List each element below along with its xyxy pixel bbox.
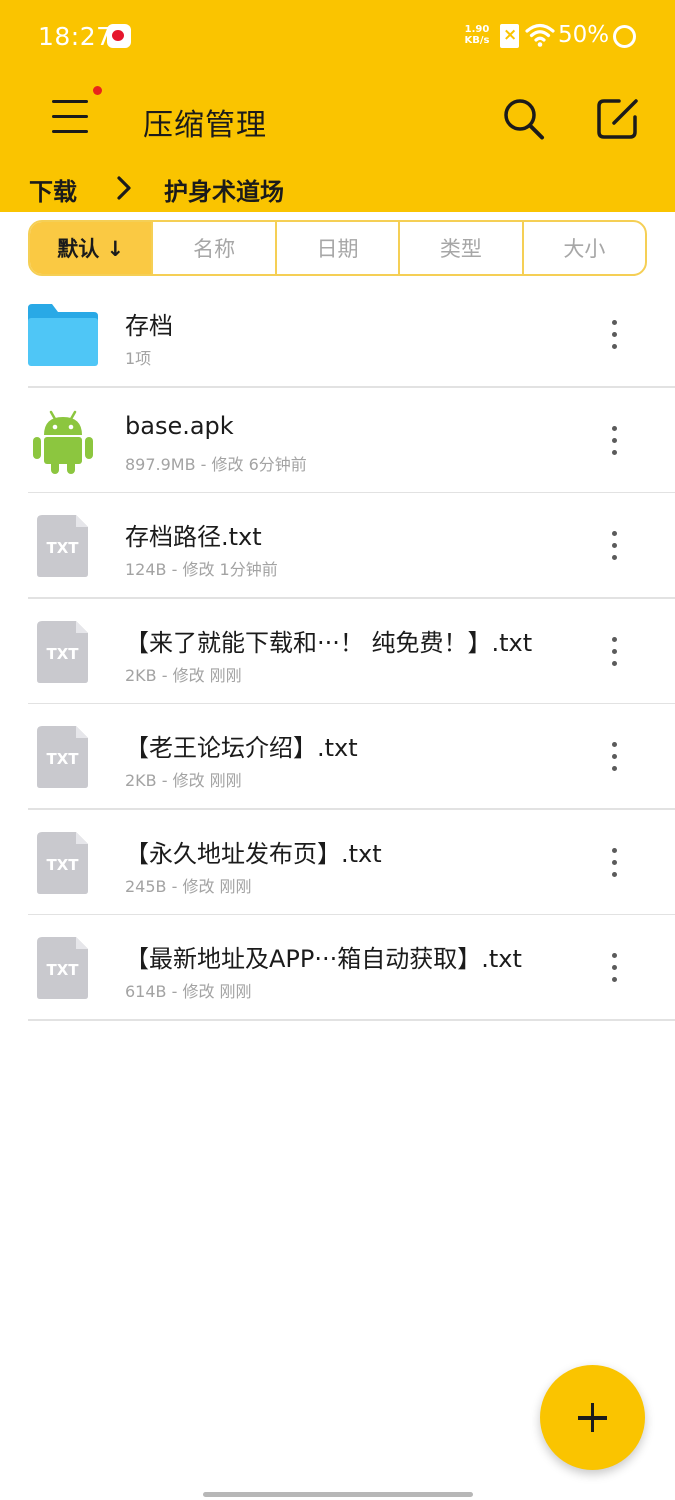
network-speed-unit: KB/s — [464, 35, 490, 46]
more-vertical-icon — [612, 543, 617, 548]
more-vertical-icon — [612, 636, 617, 642]
status-time: 18:27 — [38, 22, 113, 51]
edit-button[interactable] — [592, 94, 644, 144]
list-item[interactable]: TXT 【来了就能下载和···！ 纯免费！】.txt 2KB - 修改 刚刚 — [0, 599, 675, 705]
file-meta: 614B - 修改 刚刚 — [125, 982, 252, 1001]
list-item[interactable]: TXT 存档路径.txt 124B - 修改 1分钟前 — [0, 493, 675, 599]
sort-tab-date[interactable]: 日期 — [274, 222, 398, 274]
sort-tab-type[interactable]: 类型 — [398, 222, 521, 274]
txt-file-icon: TXT — [37, 620, 88, 683]
list-item[interactable]: TXT 【最新地址及APP···箱自动获取】.txt 614B - 修改 刚刚 — [0, 915, 675, 1021]
txt-file-icon: TXT — [37, 831, 88, 894]
more-vertical-icon — [612, 320, 617, 325]
more-vertical-icon — [612, 953, 617, 958]
menu-button[interactable] — [46, 86, 102, 142]
battery-icon — [613, 25, 636, 48]
more-options-button[interactable] — [598, 424, 630, 458]
txt-label: TXT — [46, 750, 79, 768]
sort-tab-default[interactable]: 默认 ↓ — [30, 222, 152, 274]
no-sim-icon — [500, 24, 519, 48]
search-button[interactable] — [498, 94, 550, 144]
file-name: 【最新地址及APP···箱自动获取】.txt — [125, 945, 522, 973]
sort-tab-name[interactable]: 名称 — [151, 222, 274, 274]
chevron-right-icon — [117, 176, 131, 200]
notification-dot — [93, 86, 102, 95]
txt-file-icon: TXT — [37, 726, 88, 788]
list-item[interactable]: 存档 1项 — [0, 282, 675, 388]
txt-file-icon: TXT — [37, 515, 88, 577]
more-options-button[interactable] — [598, 951, 630, 985]
file-meta: 1项 — [125, 349, 152, 368]
file-name: base.apk — [125, 411, 234, 440]
txt-label: TXT — [46, 961, 79, 979]
list-item[interactable]: TXT 【永久地址发布页】.txt 245B - 修改 刚刚 — [0, 810, 675, 916]
file-meta: 897.9MB - 修改 6分钟前 — [125, 454, 307, 474]
more-vertical-icon — [612, 555, 617, 560]
breadcrumb-current[interactable]: 护身术道场 — [164, 172, 284, 207]
more-vertical-icon — [612, 859, 617, 865]
page-title: 压缩管理 — [143, 108, 267, 143]
app-bar: 18:27 1.90 KB/s 50% 压缩管理 — [0, 0, 675, 212]
folder-icon — [28, 304, 98, 366]
more-vertical-icon — [612, 344, 617, 349]
more-options-button[interactable] — [598, 318, 630, 352]
more-vertical-icon — [612, 754, 617, 759]
more-vertical-icon — [612, 449, 617, 455]
hamburger-menu-icon — [52, 100, 88, 103]
more-vertical-icon — [612, 847, 617, 853]
hamburger-menu-icon — [52, 115, 88, 118]
more-options-button[interactable] — [598, 529, 630, 563]
file-meta: 2KB - 修改 刚刚 — [125, 665, 242, 685]
more-vertical-icon — [612, 332, 617, 337]
more-vertical-icon — [612, 425, 617, 431]
more-vertical-icon — [612, 437, 617, 443]
battery-percent: 50% — [558, 22, 610, 48]
more-vertical-icon — [612, 660, 617, 666]
network-speed-value: 1.90 — [464, 24, 490, 35]
breadcrumb-parent[interactable]: 下载 — [29, 172, 77, 207]
sort-tabs: 默认 ↓ 名称 日期 类型 大小 — [28, 220, 647, 276]
txt-file-icon: TXT — [37, 937, 88, 999]
more-vertical-icon — [612, 871, 617, 877]
home-indicator[interactable] — [203, 1492, 473, 1497]
search-icon — [504, 99, 544, 140]
more-vertical-icon — [612, 531, 617, 536]
file-name: 【老王论坛介绍】.txt — [125, 734, 358, 762]
status-bar: 18:27 1.90 KB/s 50% — [0, 0, 675, 72]
file-name: 【来了就能下载和···！ 纯免费！】.txt — [125, 628, 533, 657]
more-vertical-icon — [612, 742, 617, 747]
android-icon — [33, 410, 93, 474]
file-meta: 245B - 修改 刚刚 — [125, 876, 252, 896]
more-options-button[interactable] — [598, 846, 630, 880]
edit-icon — [597, 99, 638, 139]
weibo-notification-icon — [107, 24, 131, 48]
more-options-button[interactable] — [598, 740, 630, 774]
network-speed: 1.90 KB/s — [462, 24, 492, 46]
list-item[interactable]: base.apk 897.9MB - 修改 6分钟前 — [0, 388, 675, 494]
list-item[interactable]: TXT 【老王论坛介绍】.txt 2KB - 修改 刚刚 — [0, 704, 675, 810]
file-list: 存档 1项 base.apk 897.9MB - 修改 6分钟前 TXT 存档路… — [0, 282, 675, 1021]
hamburger-menu-icon — [52, 130, 88, 133]
file-meta: 2KB - 修改 刚刚 — [125, 771, 242, 790]
file-name: 存档路径.txt — [125, 523, 262, 551]
more-vertical-icon — [612, 766, 617, 771]
wifi-icon — [525, 23, 555, 47]
more-vertical-icon — [612, 977, 617, 982]
more-vertical-icon — [612, 648, 617, 654]
txt-label: TXT — [46, 645, 79, 663]
file-meta: 124B - 修改 1分钟前 — [125, 560, 278, 579]
file-name: 【永久地址发布页】.txt — [125, 839, 382, 868]
txt-label: TXT — [46, 856, 79, 874]
more-options-button[interactable] — [598, 635, 630, 669]
sort-tab-size[interactable]: 大小 — [521, 222, 645, 274]
txt-label: TXT — [46, 539, 79, 557]
add-button[interactable] — [540, 1365, 645, 1470]
more-vertical-icon — [612, 965, 617, 970]
file-name: 存档 — [125, 312, 173, 340]
